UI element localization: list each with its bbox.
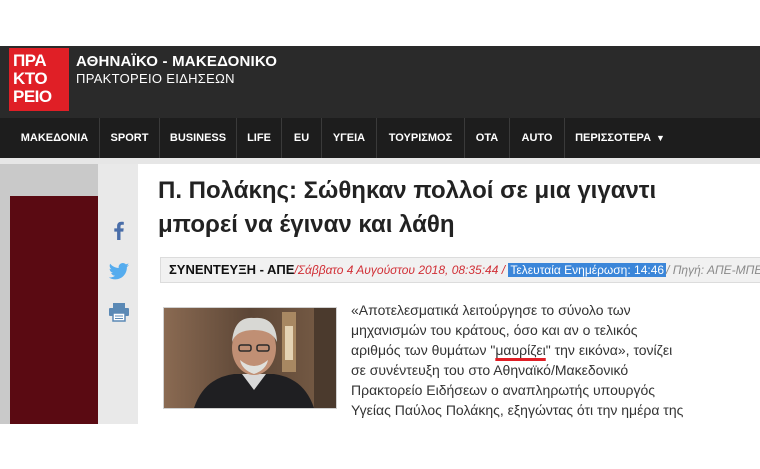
article-meta: ΣΥΝΕΝΤΕΥΞΗ - ΑΠΕ/Σάββατο 4 Αυγούστου 201… [160, 257, 760, 283]
article-line: μηχανισμών του κράτους, όσο και αν ο τελ… [351, 322, 638, 338]
article-line: σε συνέντευξη του στο Αθηναϊκό/Μακεδονικ… [351, 362, 629, 378]
logo-line: ΠΡΑ [13, 51, 47, 70]
nav-more-label: ΠΕΡΙΣΣΟΤΕΡΑ [575, 132, 652, 144]
nav-item-eu[interactable]: EU [282, 118, 322, 158]
nav-item-makedonia[interactable]: ΜΑΚΕΔΟΝΙΑ [10, 118, 100, 158]
article-title: Π. Πολάκης: Σώθηκαν πολλοί σε μια γιγαντ… [158, 174, 760, 242]
article-text: αριθμός των θυμάτων " [351, 342, 496, 358]
brand-name: ΑΘΗΝΑΪΚΟ - ΜΑΚΕΔΟΝΙΚΟ [76, 53, 278, 70]
site-logo[interactable]: ΠΡΑ ΚΤΟ ΡΕΙΟ [9, 48, 69, 111]
facebook-icon[interactable] [103, 214, 135, 246]
highlighted-word: μαυρίζει [495, 342, 546, 358]
brand-subtitle: ΠΡΑΚΤΟΡΕΙΟ ΕΙΔΗΣΕΩΝ [76, 71, 235, 86]
article-line: Πρακτορείο Ειδήσεων ο αναπληρωτής υπουργ… [351, 382, 656, 398]
nav-item-tourismos[interactable]: ΤΟΥΡΙΣΜΟΣ [377, 118, 465, 158]
article-source: / Πηγή: ΑΠΕ-ΜΠΕ [666, 263, 760, 277]
logo-line: ΡΕΙΟ [13, 87, 52, 106]
article-body: «Αποτελεσματικά λειτούργησε το σύνολο τω… [351, 300, 753, 420]
nav-item-ygeia[interactable]: ΥΓΕΙΑ [322, 118, 377, 158]
nav-item-life[interactable]: LIFE [237, 118, 282, 158]
twitter-icon[interactable] [103, 256, 135, 288]
article-date: /Σάββατο 4 Αυγούστου 2018, 08:35:44 / [294, 263, 506, 277]
bottom-margin [0, 424, 760, 469]
article-text: " την εικόνα», τονίζει [545, 342, 673, 358]
nav-item-ota[interactable]: ΟΤΑ [465, 118, 510, 158]
title-line: μπορεί να έγιναν και λάθη [158, 211, 455, 238]
share-bar [98, 164, 138, 424]
article-line: «Αποτελεσματικά λειτούργησε το σύνολο τω… [351, 302, 631, 318]
last-update: Τελευταία Ενημέρωση: 14:46 [508, 263, 667, 277]
article-line: αριθμός των θυμάτων "μαυρίζει" την εικόν… [351, 340, 753, 360]
top-margin [0, 0, 760, 46]
caret-down-icon: ▼ [656, 133, 665, 143]
article-photo [163, 307, 337, 409]
article-line: Υγείας Παύλος Πολάκης, εξηγώντας ότι την… [351, 402, 684, 418]
print-icon[interactable] [103, 296, 135, 328]
nav-item-business[interactable]: BUSINESS [160, 118, 237, 158]
title-line: Π. Πολάκης: Σώθηκαν πολλοί σε μια γιγαντ… [158, 177, 657, 204]
nav-item-sport[interactable]: SPORT [100, 118, 160, 158]
nav-item-more[interactable]: ΠΕΡΙΣΣΟΤΕΡΑ ▼ [565, 118, 675, 158]
logo-line: ΚΤΟ [13, 69, 48, 88]
sidebar-ad[interactable] [10, 196, 98, 424]
nav-item-auto[interactable]: AUTO [510, 118, 565, 158]
article-category[interactable]: ΣΥΝΕΝΤΕΥΞΗ - ΑΠΕ [169, 262, 294, 277]
